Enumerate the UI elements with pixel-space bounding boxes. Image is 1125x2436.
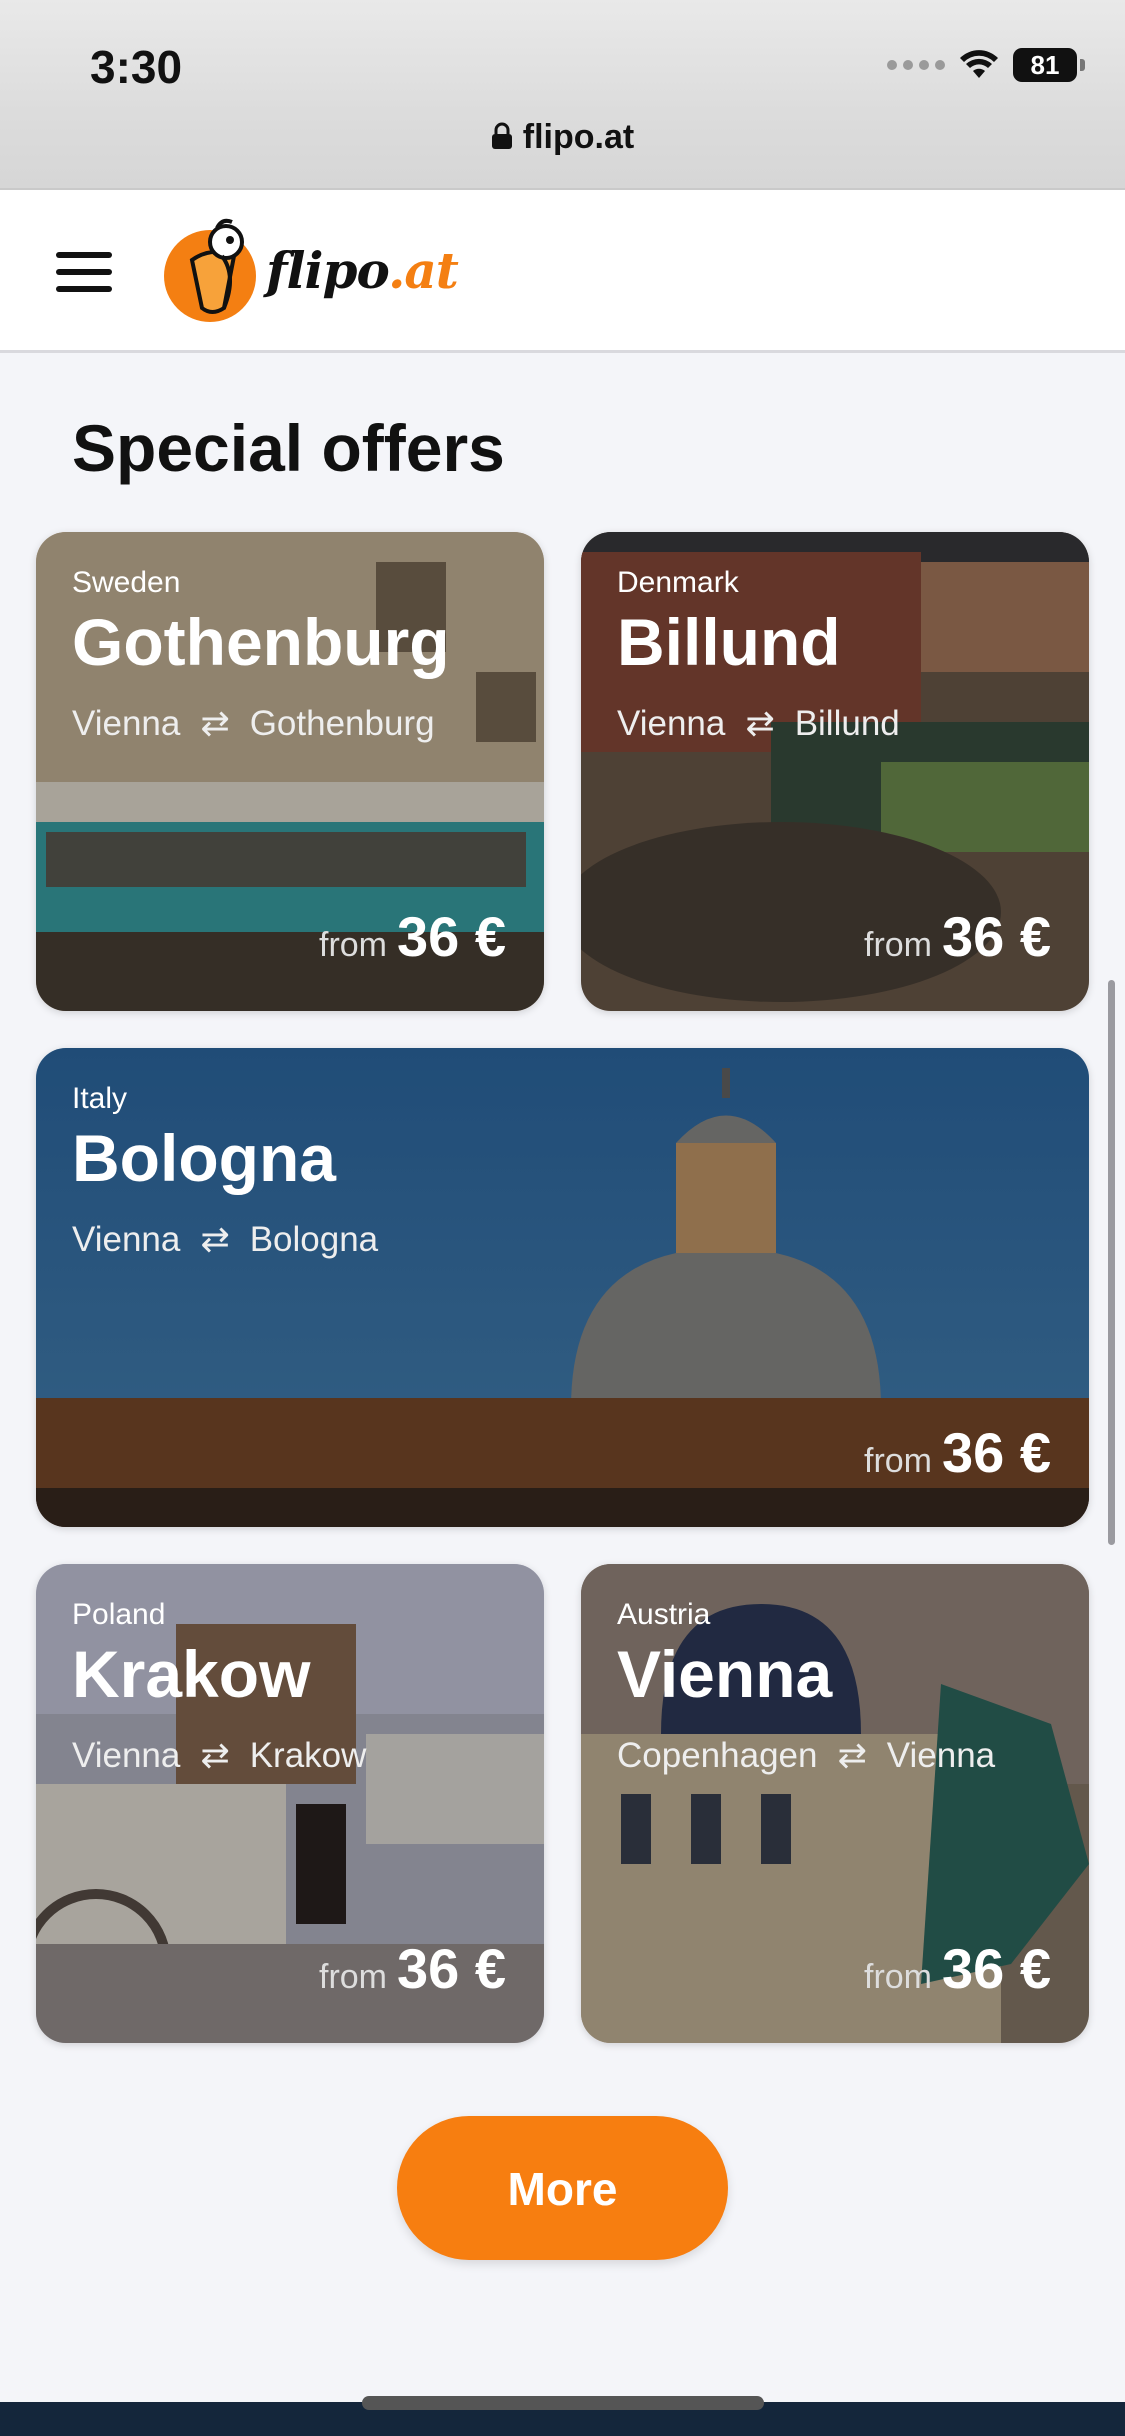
offer-city: Billund bbox=[617, 605, 841, 679]
offer-card-bologna[interactable]: Italy Bologna Vienna ⇄ Bologna from 36 € bbox=[36, 1048, 1089, 1527]
offer-city: Vienna bbox=[617, 1637, 833, 1711]
offer-route: Vienna ⇄ Billund bbox=[617, 704, 900, 743]
swap-arrows-icon: ⇄ bbox=[745, 704, 775, 743]
swap-arrows-icon: ⇄ bbox=[200, 1736, 230, 1775]
swap-arrows-icon: ⇄ bbox=[200, 704, 230, 743]
offer-price: from 36 € bbox=[864, 1937, 1051, 2000]
battery-icon: 81 bbox=[1013, 48, 1085, 82]
offer-city: Gothenburg bbox=[72, 605, 450, 679]
status-bar: 3:30 81 flipo.at bbox=[0, 0, 1125, 190]
offer-country: Austria bbox=[617, 1598, 711, 1631]
menu-icon[interactable] bbox=[56, 252, 112, 292]
section-title: Special offers bbox=[72, 411, 505, 485]
logo-wordmark: flipo.at bbox=[266, 240, 459, 300]
offer-price: from 36 € bbox=[319, 905, 506, 968]
offer-country: Italy bbox=[72, 1082, 128, 1115]
pelican-logo-icon bbox=[164, 218, 256, 322]
scrollbar[interactable] bbox=[1108, 980, 1115, 1545]
status-time: 3:30 bbox=[90, 41, 183, 93]
offer-price: from 36 € bbox=[864, 1421, 1051, 1484]
offer-card-billund[interactable]: Denmark Billund Vienna ⇄ Billund from 36 € bbox=[581, 532, 1089, 1011]
site-header: flipo.at bbox=[0, 190, 1125, 353]
wifi-icon bbox=[960, 50, 998, 78]
offer-route: Vienna ⇄ Gothenburg bbox=[72, 704, 435, 743]
offer-city: Bologna bbox=[72, 1121, 336, 1195]
offer-country: Denmark bbox=[617, 566, 739, 599]
more-button[interactable]: More bbox=[397, 2116, 728, 2260]
swap-arrows-icon: ⇄ bbox=[837, 1736, 867, 1775]
url-text: flipo.at bbox=[522, 118, 635, 156]
address-bar[interactable]: flipo.at bbox=[0, 118, 1125, 157]
offer-route: Copenhagen ⇄ Vienna bbox=[617, 1736, 996, 1775]
offer-city: Krakow bbox=[72, 1637, 311, 1711]
offer-route: Vienna ⇄ Krakow bbox=[72, 1736, 367, 1775]
flipo-logo[interactable]: flipo.at bbox=[162, 216, 459, 324]
offer-card-gothenburg[interactable]: Sweden Gothenburg Vienna ⇄ Gothenburg from… bbox=[36, 532, 544, 1011]
offer-price: from 36 € bbox=[864, 905, 1051, 968]
cellular-signal-icon bbox=[887, 60, 945, 70]
home-indicator[interactable] bbox=[362, 2396, 764, 2410]
offer-country: Sweden bbox=[72, 566, 181, 599]
offer-route: Vienna ⇄ Bologna bbox=[72, 1220, 379, 1259]
offer-card-krakow[interactable]: Poland Krakow Vienna ⇄ Krakow from 36 € bbox=[36, 1564, 544, 2043]
offer-card-vienna[interactable]: Austria Vienna Copenhagen ⇄ Vienna from 36 … bbox=[581, 1564, 1089, 2043]
swap-arrows-icon: ⇄ bbox=[200, 1220, 230, 1259]
offer-country: Poland bbox=[72, 1598, 166, 1631]
offer-price: from 36 € bbox=[319, 1937, 506, 2000]
status-icons: 81 bbox=[887, 48, 1085, 82]
lock-icon bbox=[491, 122, 512, 149]
